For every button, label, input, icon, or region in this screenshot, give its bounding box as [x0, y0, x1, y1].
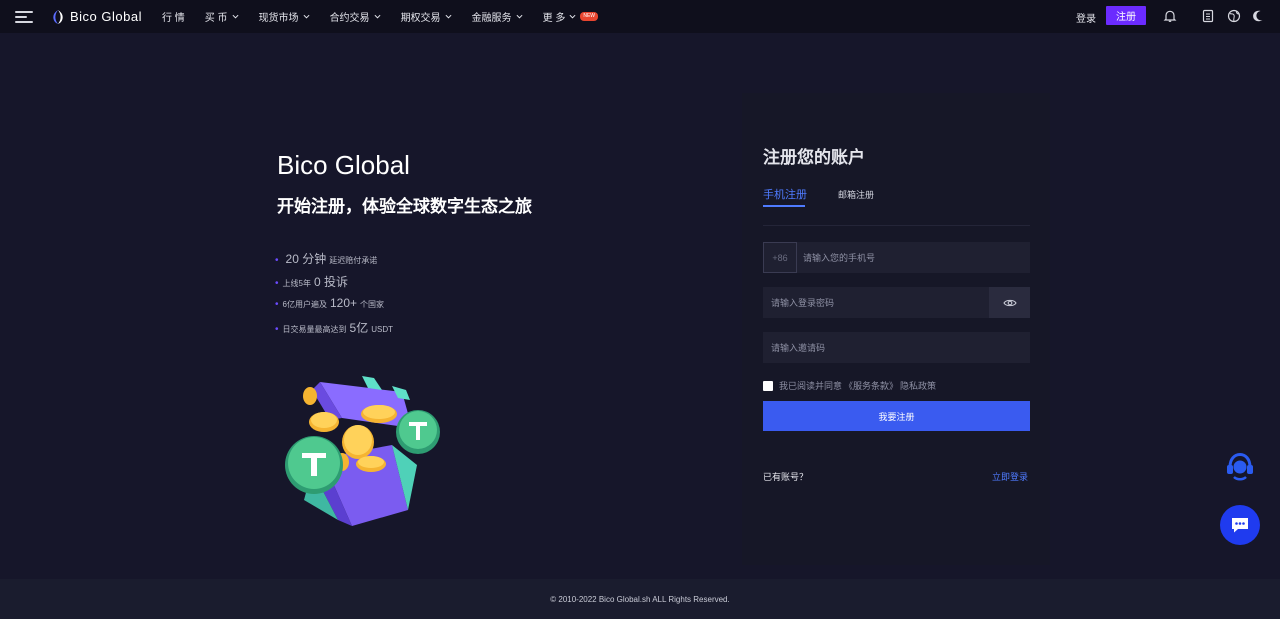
chevron-down-icon [232, 14, 239, 19]
nav-item-label: 现货市场 [258, 13, 299, 24]
tab-email-register[interactable]: 邮箱注册 [838, 188, 874, 201]
nav-item-label: 买 币 [204, 13, 228, 24]
bullet-icon: • [275, 278, 279, 289]
feature-item: • 6亿用户遍及 120+ 个国家 [275, 296, 384, 310]
nav-item-buy-crypto[interactable]: 买 币 [205, 9, 239, 24]
chevron-down-icon [374, 14, 381, 19]
globe-icon[interactable] [1227, 9, 1241, 23]
tab-phone-register[interactable]: 手机注册 [763, 186, 807, 202]
bell-icon[interactable] [1163, 9, 1177, 23]
feature-prefix: 上线5年 [282, 279, 311, 288]
eye-icon [1002, 299, 1017, 306]
active-tab-indicator [763, 205, 805, 207]
feature-suffix: USDT [371, 325, 393, 334]
feature-suffix: 延迟赔付承诺 [329, 256, 378, 265]
nav-item-label: 行 情 [162, 13, 185, 24]
login-link[interactable]: 登录 [1076, 10, 1096, 25]
terms-agreement: 我已阅读并同意 《服务条款》 隐私政策 [763, 379, 936, 392]
agree-text: 我已阅读并同意 [779, 381, 843, 391]
bullet-icon: • [275, 299, 279, 310]
customer-support-icon[interactable] [1224, 450, 1256, 482]
logo-icon [53, 9, 63, 24]
feature-prefix: 日交易量最高达到 [282, 325, 347, 334]
has-account-text: 已有账号？ [763, 472, 809, 482]
chat-button[interactable] [1220, 505, 1260, 545]
document-icon[interactable] [1201, 9, 1215, 23]
feature-prefix: 6亿用户遍及 [282, 300, 327, 309]
feature-item: • 20 分钟 延迟赔付承诺 [275, 250, 377, 267]
chevron-down-icon [516, 14, 523, 19]
toggle-password-visibility[interactable] [989, 287, 1030, 318]
chevron-down-icon [303, 14, 310, 19]
feature-highlight: 120+ [329, 296, 357, 310]
tab-divider [763, 225, 1030, 226]
nav-item-market[interactable]: 行 情 [162, 9, 185, 24]
main-nav: 行 情 买 币 现货市场 合约交易 期权交易 金融服务 更 多 NEW [162, 0, 618, 33]
nav-item-label: 更 多 [542, 13, 566, 24]
bullet-icon: • [275, 255, 279, 266]
chat-bubble-icon [1232, 518, 1248, 533]
nav-item-spot[interactable]: 现货市场 [259, 9, 310, 24]
footer: © 2010-2022 Bico Global.sh ALL Rights Re… [0, 579, 1280, 619]
feature-highlight: 0 投诉 [313, 275, 348, 289]
register-title: 注册您的账户 [763, 148, 865, 167]
login-now-link[interactable]: 立即登录 [992, 470, 1028, 483]
hero-subtitle: 开始注册，体验全球数字生态之旅 [277, 197, 532, 216]
menu-icon[interactable] [15, 11, 33, 23]
feature-highlight: 5亿 [349, 321, 369, 335]
register-submit-button[interactable]: 我要注册 [763, 401, 1030, 431]
new-badge: NEW [580, 12, 599, 21]
feature-item: • 上线5年 0 投诉 [275, 273, 351, 290]
nav-item-options[interactable]: 期权交易 [401, 9, 452, 24]
nav-item-label: 期权交易 [400, 13, 441, 24]
register-button[interactable]: 注册 [1106, 6, 1146, 25]
feature-suffix: 个国家 [360, 300, 384, 309]
password-input[interactable] [771, 287, 985, 318]
feature-highlight: 20 分钟 [285, 252, 327, 266]
treasure-box-illustration [285, 376, 440, 526]
terms-checkbox[interactable] [763, 380, 773, 391]
chevron-down-icon [569, 14, 576, 19]
hero-title: Bico Global [277, 150, 410, 180]
country-code-selector[interactable]: +86 [763, 242, 797, 273]
moon-icon[interactable] [1251, 9, 1265, 23]
chevron-down-icon [445, 14, 452, 19]
privacy-policy-link[interactable]: 隐私政策 [900, 379, 936, 392]
nav-item-more[interactable]: 更 多 NEW [542, 9, 599, 24]
nav-item-label: 合约交易 [329, 13, 370, 24]
nav-item-label: 金融服务 [471, 13, 512, 24]
top-navbar: Bico Global 行 情 买 币 现货市场 合约交易 期权交易 金融服务 … [0, 0, 1280, 33]
invite-code-input[interactable] [771, 332, 1026, 363]
brand-name: Bico Global [70, 9, 142, 24]
nav-item-futures[interactable]: 合约交易 [330, 9, 381, 24]
terms-of-service-link[interactable]: 《服务条款》 [844, 379, 898, 392]
nav-item-finance[interactable]: 金融服务 [472, 9, 523, 24]
feature-item: • 日交易量最高达到 5亿 USDT [275, 319, 393, 336]
brand-logo[interactable]: Bico Global [51, 9, 142, 24]
phone-input[interactable] [803, 242, 1028, 273]
copyright-text: © 2010-2022 Bico Global.sh ALL Rights Re… [550, 594, 730, 604]
bullet-icon: • [275, 324, 279, 335]
